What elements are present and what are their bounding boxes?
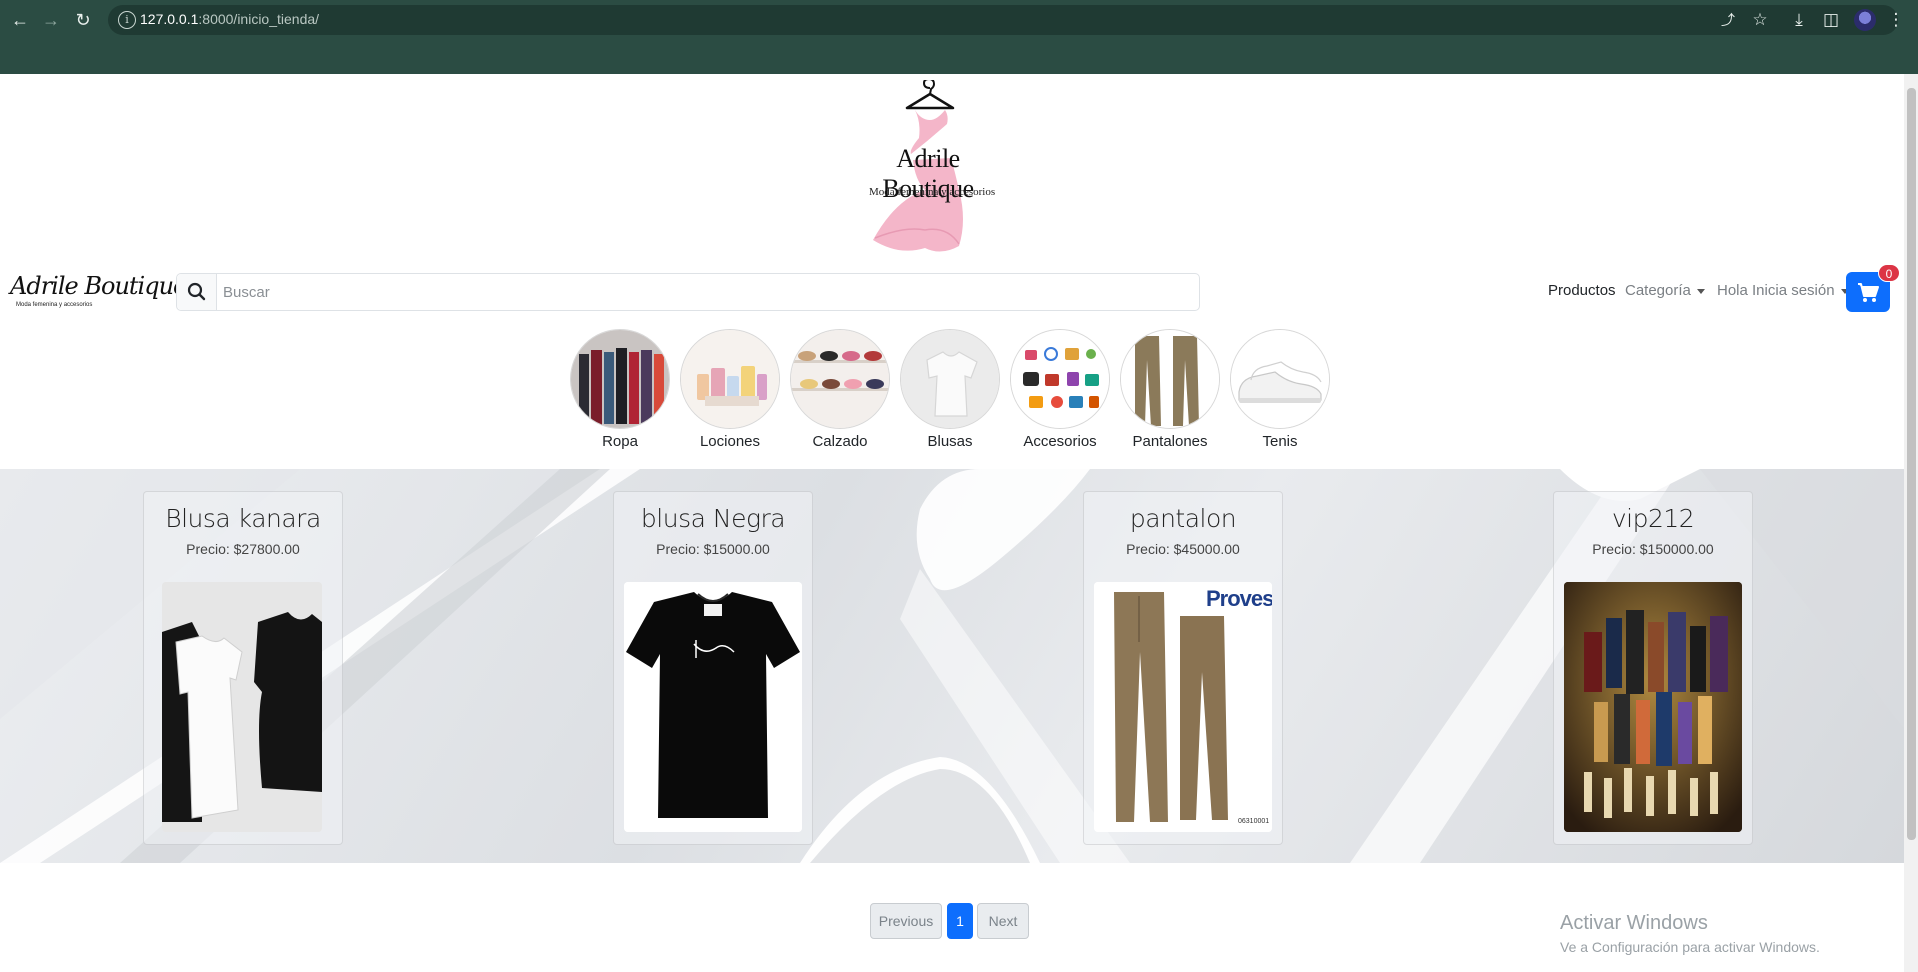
search-box xyxy=(176,273,1200,311)
share-icon[interactable]: ⤴ xyxy=(1716,8,1740,32)
category-tenis[interactable]: Tenis xyxy=(1230,329,1330,450)
main-navbar: Adrile Boutique Moda femenina y accesori… xyxy=(0,264,1904,314)
windows-activation-watermark: Activar Windows Ve a Configuración para … xyxy=(1560,912,1820,955)
category-label: Calzado xyxy=(812,433,868,450)
category-label: Ropa xyxy=(602,433,638,450)
brand-name: Adrile Boutique xyxy=(10,272,187,300)
product-image: Provesi 06310001 xyxy=(1094,582,1272,832)
kebab-menu-icon[interactable]: ⋮ xyxy=(1884,8,1908,32)
product-price: Precio: $45000.00 xyxy=(1126,541,1240,557)
product-card[interactable]: pantalon Precio: $45000.00 Provesi 06310… xyxy=(1083,491,1283,845)
chevron-down-icon xyxy=(1696,288,1705,294)
product-price: Precio: $27800.00 xyxy=(186,541,300,557)
search-button[interactable] xyxy=(177,274,217,310)
reload-icon[interactable]: ↻ xyxy=(71,8,95,32)
product-title: vip212 xyxy=(1611,504,1695,533)
product-card[interactable]: vip212 Precio: $150000.00 xyxy=(1553,491,1753,845)
nav-dropdown-login[interactable]: Hola Inicia sesión xyxy=(1717,282,1849,299)
pagination-previous[interactable]: Previous xyxy=(870,903,942,939)
download-icon[interactable]: ⤓ xyxy=(1787,8,1811,32)
navbar-brand[interactable]: Adrile Boutique Moda femenina y accesori… xyxy=(10,272,187,312)
address-bar[interactable]: i 127.0.0.1:8000/inicio_tienda/ xyxy=(108,5,1898,35)
product-image xyxy=(1564,582,1742,832)
product-image xyxy=(162,582,322,832)
category-label: Tenis xyxy=(1262,433,1298,450)
product-image xyxy=(624,582,802,832)
product-price: Precio: $150000.00 xyxy=(1592,541,1714,557)
category-list: Ropa Lociones Calzado Blusas Accesorios … xyxy=(570,329,1330,450)
forward-icon[interactable]: → xyxy=(39,8,63,32)
product-title: blusa Negra xyxy=(640,504,786,533)
categoria-label: Categoría xyxy=(1625,282,1691,299)
nav-dropdown-categoria[interactable]: Categoría xyxy=(1625,282,1705,299)
category-label: Pantalones xyxy=(1132,433,1208,450)
hero-logo: Adrile Boutique Moda femenina y accesori… xyxy=(855,77,1005,252)
product-image-code: 06310001 xyxy=(1238,818,1270,825)
pagination-page-1[interactable]: 1 xyxy=(947,903,973,939)
url-text[interactable]: 127.0.0.1:8000/inicio_tienda/ xyxy=(140,11,319,27)
category-pantalones[interactable]: Pantalones xyxy=(1120,329,1220,450)
category-image xyxy=(900,329,1000,429)
category-image xyxy=(570,329,670,429)
login-label: Hola Inicia sesión xyxy=(1717,282,1835,299)
product-carousel: Blusa kanara Precio: $27800.00 blusa Neg… xyxy=(0,469,1904,863)
product-price: Precio: $15000.00 xyxy=(656,541,770,557)
search-icon xyxy=(187,282,206,301)
category-label: Accesorios xyxy=(1023,433,1097,450)
category-accesorios[interactable]: Accesorios xyxy=(1010,329,1110,450)
category-image xyxy=(790,329,890,429)
profile-avatar[interactable] xyxy=(1854,9,1876,31)
product-title: Blusa kanara xyxy=(165,504,321,533)
product-card[interactable]: blusa Negra Precio: $15000.00 xyxy=(613,491,813,845)
watermark-title: Activar Windows xyxy=(1560,912,1708,934)
page-content: Adrile Boutique Moda femenina y accesori… xyxy=(0,74,1904,972)
category-blusas[interactable]: Blusas xyxy=(900,329,1000,450)
category-ropa[interactable]: Ropa xyxy=(570,329,670,450)
category-lociones[interactable]: Lociones xyxy=(680,329,780,450)
category-image xyxy=(1010,329,1110,429)
category-image xyxy=(680,329,780,429)
brand-tagline: Moda femenina y accesorios xyxy=(16,302,93,308)
star-icon[interactable]: ☆ xyxy=(1748,8,1772,32)
cart-count-badge: 0 xyxy=(1878,264,1900,282)
category-calzado[interactable]: Calzado xyxy=(790,329,890,450)
hero-tagline: Moda femenina y accesorios xyxy=(869,186,996,198)
scrollbar-thumb[interactable] xyxy=(1907,88,1916,840)
category-label: Lociones xyxy=(699,433,761,450)
search-input[interactable] xyxy=(223,281,1183,303)
category-image xyxy=(1230,329,1330,429)
product-title: pantalon xyxy=(1129,504,1237,533)
product-card[interactable]: Blusa kanara Precio: $27800.00 xyxy=(143,491,343,845)
product-image-brand: Provesi xyxy=(1206,586,1272,611)
side-panel-icon[interactable]: ◫ xyxy=(1819,8,1843,32)
category-label: Blusas xyxy=(927,433,973,450)
page-scrollbar[interactable] xyxy=(1904,74,1918,972)
back-icon[interactable]: ← xyxy=(8,8,32,32)
watermark-subtitle: Ve a Configuración para activar Windows. xyxy=(1560,939,1820,955)
info-icon[interactable]: i xyxy=(118,11,136,29)
browser-toolbar: ← → ↻ i 127.0.0.1:8000/inicio_tienda/ ⤴ … xyxy=(0,0,1918,74)
pagination-next[interactable]: Next xyxy=(977,903,1029,939)
nav-link-productos[interactable]: Productos xyxy=(1548,282,1616,299)
category-image xyxy=(1120,329,1220,429)
